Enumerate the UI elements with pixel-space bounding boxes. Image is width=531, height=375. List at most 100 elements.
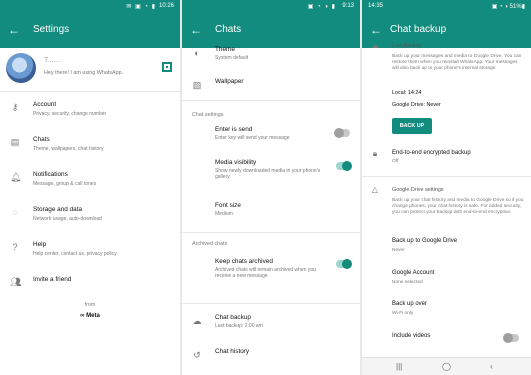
- enter-is-send-title: Enter is send: [215, 126, 253, 133]
- chat-history-item[interactable]: ↺ Chat history: [182, 346, 360, 364]
- status-icons: ✉ ▣ ◔ ▮: [126, 4, 156, 10]
- cloud-icon: ☁: [192, 316, 202, 326]
- last-backup-status: Local: 14:24 Google Drive: Never: [362, 90, 531, 114]
- google-drive-icon: △: [371, 185, 379, 194]
- google-account-item[interactable]: Google Account None selected: [362, 268, 531, 290]
- backup-over-item[interactable]: Back up over Wi-Fi only: [362, 299, 531, 321]
- include-videos-item[interactable]: Include videos: [362, 330, 531, 344]
- storage-icon: ◌: [12, 207, 18, 217]
- font-size-item[interactable]: Font size Medium: [182, 200, 360, 222]
- chat-backup-item[interactable]: ☁ Chat backup Last backup: 2:00 am: [182, 312, 360, 334]
- bell-icon: 🔔︎: [10, 172, 22, 182]
- settings-item-subtitle: Privacy, security, change number: [33, 111, 107, 117]
- gdrive-backup-time: Google Drive: Never: [392, 102, 441, 108]
- backup-to-drive-item[interactable]: Back up to Google Drive Never: [362, 236, 531, 258]
- enter-is-send-item[interactable]: Enter is send Enter key will send your m…: [182, 124, 360, 148]
- include-videos-toggle[interactable]: [503, 333, 519, 343]
- media-visibility-toggle[interactable]: [336, 161, 352, 171]
- keep-archived-toggle[interactable]: [336, 259, 352, 269]
- status-icons: ▣ ◔ ◑ ▮: [307, 4, 336, 10]
- chats-settings-screen: ▣ ◔ ◑ ▮ 9:13 ← Chats ◐ Theme System defa…: [182, 0, 360, 375]
- back-icon[interactable]: ‹: [490, 362, 493, 371]
- font-size-title: Font size: [215, 202, 241, 209]
- settings-item-account[interactable]: ⚷ Account Privacy, security, change numb…: [0, 94, 180, 130]
- back-up-button[interactable]: BACK UP: [392, 118, 432, 134]
- chat-history-title: Chat history: [215, 348, 250, 355]
- enter-is-send-subtitle: Enter key will send your message: [215, 135, 290, 141]
- settings-item-title: Account: [33, 101, 57, 108]
- profile-card[interactable]: T....... Hey there! I am using WhatsApp.: [0, 48, 180, 92]
- theme-title: Theme: [215, 46, 235, 53]
- status-time: 14:35: [368, 3, 384, 9]
- settings-item-subtitle: Message, group & call tones: [33, 181, 97, 187]
- qr-code-icon[interactable]: [162, 62, 172, 72]
- archived-chats-header: Archived chats: [192, 241, 228, 247]
- settings-item-title: Invite a friend: [33, 276, 72, 283]
- backup-over-subtitle: Wi-Fi only: [392, 311, 414, 316]
- settings-item-chats[interactable]: ▤ Chats Theme, wallpapers, chat history: [0, 129, 180, 165]
- settings-item-subtitle: Help center, contact us, privacy policy: [33, 251, 117, 257]
- font-size-subtitle: Medium: [215, 211, 233, 217]
- app-bar: ← Chats: [182, 14, 360, 48]
- android-nav-bar: ||| ◯ ‹: [362, 357, 531, 375]
- local-backup-time: Local: 14:24: [392, 90, 422, 96]
- home-icon[interactable]: ◯: [442, 362, 451, 371]
- media-visibility-title: Media visibility: [215, 159, 257, 166]
- settings-item-title: Storage and data: [33, 206, 83, 213]
- status-bar: ▣ ◔ ◑ ▮ 9:13: [182, 0, 360, 14]
- avatar[interactable]: [6, 53, 36, 83]
- gdrive-settings-desc: Back up your chat history and media to G…: [392, 198, 524, 215]
- media-visibility-item[interactable]: Media visibility Show newly downloaded m…: [182, 157, 360, 189]
- e2e-title: End-to-end encrypted backup: [392, 150, 471, 156]
- status-bar: 14:35 ▣ ◔ ◑ 51%▮: [362, 0, 531, 14]
- cloud-upload-icon: ☁: [371, 41, 379, 50]
- keep-archived-item[interactable]: Keep chats archived Archived chats will …: [182, 256, 360, 294]
- settings-item-title: Help: [33, 241, 47, 248]
- wallpaper-icon: ▧: [192, 80, 202, 90]
- keep-archived-title: Keep chats archived: [215, 258, 273, 265]
- theme-item[interactable]: ◐ Theme System default: [182, 44, 360, 64]
- history-icon: ↺: [193, 350, 201, 360]
- last-backup-desc: Back up your messages and media to Googl…: [392, 54, 522, 71]
- last-backup-header: Last Backup: [392, 43, 422, 49]
- people-icon: 👥︎: [10, 277, 22, 287]
- chat-settings-header: Chat settings: [192, 112, 224, 118]
- theme-subtitle: System default: [215, 55, 249, 61]
- e2e-subtitle: Off: [392, 159, 399, 164]
- divider: [182, 100, 360, 101]
- back-arrow-icon[interactable]: ←: [8, 23, 20, 37]
- backup-to-drive-title: Back up to Google Drive: [392, 238, 458, 244]
- gdrive-settings-description: Back up your chat history and media to G…: [362, 196, 531, 232]
- lock-icon: 🔒︎: [372, 149, 378, 158]
- settings-item-invite[interactable]: 👥︎ Invite a friend: [0, 269, 180, 305]
- backup-over-title: Back up over: [392, 301, 428, 307]
- profile-status: Hey there! I am using WhatsApp.: [44, 70, 124, 76]
- last-backup-header-row: ☁ Last Backup: [362, 40, 531, 50]
- settings-item-title: Chats: [33, 136, 50, 143]
- keep-archived-subtitle: Archived chats will remain archived when…: [215, 267, 316, 279]
- divider: [362, 176, 531, 177]
- settings-item-notifications[interactable]: 🔔︎ Notifications Message, group & call t…: [0, 164, 180, 200]
- enter-is-send-toggle[interactable]: [334, 128, 350, 138]
- wallpaper-item[interactable]: ▧ Wallpaper: [182, 76, 360, 92]
- chat-backup-subtitle: Last backup: 2:00 am: [215, 323, 263, 329]
- back-arrow-icon[interactable]: ←: [190, 23, 202, 37]
- divider: [182, 303, 360, 304]
- include-videos-title: Include videos: [392, 333, 431, 339]
- recents-icon[interactable]: |||: [396, 362, 402, 371]
- back-arrow-icon[interactable]: ←: [370, 23, 382, 37]
- from-label: from: [84, 302, 96, 308]
- profile-name: T.......: [44, 57, 62, 64]
- google-account-subtitle: None selected: [392, 280, 423, 285]
- app-bar: ← Settings: [0, 14, 180, 48]
- settings-item-help[interactable]: ? Help Help center, contact us, privacy …: [0, 234, 180, 270]
- page-title: Chats: [215, 24, 242, 35]
- wallpaper-title: Wallpaper: [215, 78, 244, 85]
- status-time: 9:13: [342, 3, 354, 9]
- e2e-backup-item[interactable]: 🔒︎ End-to-end encrypted backup Off: [362, 148, 531, 168]
- meta-logo: ∞ Meta: [80, 313, 100, 319]
- backup-to-drive-subtitle: Never: [392, 248, 405, 253]
- settings-item-subtitle: Network usage, auto-download: [33, 216, 102, 222]
- media-visibility-subtitle: Show newly downloaded media in your phon…: [215, 168, 321, 180]
- settings-item-storage[interactable]: ◌ Storage and data Network usage, auto-d…: [0, 199, 180, 235]
